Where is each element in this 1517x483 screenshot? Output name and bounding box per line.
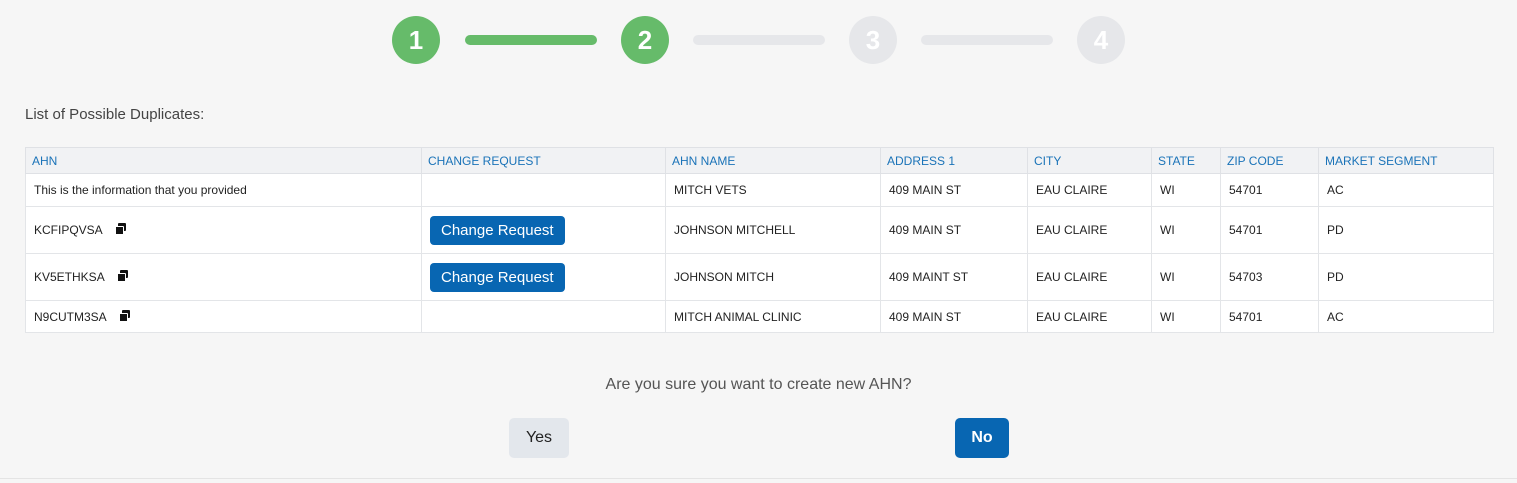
header-market-segment[interactable]: MARKET SEGMENT xyxy=(1318,147,1494,174)
table-row: KV5ETHKSA Change Request JOHNSON MITCH 4… xyxy=(25,253,1494,301)
table-header-row: AHN CHANGE REQUEST AHN NAME ADDRESS 1 CI… xyxy=(25,147,1494,174)
ahn-text: KV5ETHKSA xyxy=(34,270,105,284)
copy-icon[interactable] xyxy=(118,309,131,322)
cell-state: WI xyxy=(1151,300,1221,333)
cell-city: EAU CLAIRE xyxy=(1027,300,1152,333)
cell-zip: 54701 xyxy=(1220,300,1319,333)
cell-ahn: KV5ETHKSA xyxy=(25,253,422,301)
cell-ahn: N9CUTM3SA xyxy=(25,300,422,333)
ahn-text: N9CUTM3SA xyxy=(34,309,107,324)
cell-ahn-name: JOHNSON MITCH xyxy=(665,253,881,301)
cell-segment: PD xyxy=(1318,253,1494,301)
cell-ahn: This is the information that you provide… xyxy=(25,173,422,207)
header-zip-code[interactable]: ZIP CODE xyxy=(1220,147,1319,174)
footer-divider xyxy=(0,478,1517,479)
cell-zip: 54701 xyxy=(1220,173,1319,207)
copy-icon[interactable] xyxy=(114,223,127,235)
cell-state: WI xyxy=(1151,253,1221,301)
ahn-text: This is the information that you provide… xyxy=(34,183,247,197)
cell-ahn-name: JOHNSON MITCHELL xyxy=(665,206,881,254)
cell-ahn: KCFIPQVSA xyxy=(25,206,422,254)
cell-zip: 54703 xyxy=(1220,253,1319,301)
duplicates-table: AHN CHANGE REQUEST AHN NAME ADDRESS 1 CI… xyxy=(25,147,1494,333)
no-button[interactable]: No xyxy=(955,418,1009,458)
header-address1[interactable]: ADDRESS 1 xyxy=(880,147,1028,174)
cell-segment: AC xyxy=(1318,173,1494,207)
cell-zip: 54701 xyxy=(1220,206,1319,254)
copy-icon[interactable] xyxy=(116,270,129,282)
step-connector-1 xyxy=(465,35,597,45)
change-request-button[interactable]: Change Request xyxy=(430,262,565,292)
table-row: N9CUTM3SA MITCH ANIMAL CLINIC 409 MAIN S… xyxy=(25,300,1494,333)
cell-segment: AC xyxy=(1318,300,1494,333)
cell-state: WI xyxy=(1151,173,1221,207)
step-1: 1 xyxy=(392,16,440,64)
cell-change-request: Change Request xyxy=(421,206,666,254)
confirm-question: Are you sure you want to create new AHN? xyxy=(605,376,912,393)
table-row: KCFIPQVSA Change Request JOHNSON MITCHEL… xyxy=(25,206,1494,254)
cell-address1: 409 MAIN ST xyxy=(880,206,1028,254)
step-4: 4 xyxy=(1077,16,1125,64)
cell-change-request xyxy=(421,300,666,333)
cell-address1: 409 MAINT ST xyxy=(880,253,1028,301)
cell-city: EAU CLAIRE xyxy=(1027,206,1152,254)
header-state[interactable]: STATE xyxy=(1151,147,1221,174)
header-city[interactable]: CITY xyxy=(1027,147,1152,174)
ahn-text: KCFIPQVSA xyxy=(34,223,103,237)
header-ahn[interactable]: AHN xyxy=(25,147,422,174)
step-3: 3 xyxy=(849,16,897,64)
change-request-button[interactable]: Change Request xyxy=(430,215,565,245)
cell-ahn-name: MITCH VETS xyxy=(665,173,881,207)
cell-change-request: Change Request xyxy=(421,253,666,301)
header-change-request[interactable]: CHANGE REQUEST xyxy=(421,147,666,174)
list-title: List of Possible Duplicates: xyxy=(25,106,205,123)
header-ahn-name[interactable]: AHN NAME xyxy=(665,147,881,174)
cell-state: WI xyxy=(1151,206,1221,254)
cell-change-request xyxy=(421,173,666,207)
cell-city: EAU CLAIRE xyxy=(1027,253,1152,301)
cell-city: EAU CLAIRE xyxy=(1027,173,1152,207)
yes-button[interactable]: Yes xyxy=(509,418,569,458)
cell-segment: PD xyxy=(1318,206,1494,254)
step-connector-3 xyxy=(921,35,1053,45)
cell-ahn-name: MITCH ANIMAL CLINIC xyxy=(665,300,881,333)
step-connector-2 xyxy=(693,35,825,45)
table-row: This is the information that you provide… xyxy=(25,173,1494,207)
cell-address1: 409 MAIN ST xyxy=(880,173,1028,207)
step-2: 2 xyxy=(621,16,669,64)
cell-address1: 409 MAIN ST xyxy=(880,300,1028,333)
